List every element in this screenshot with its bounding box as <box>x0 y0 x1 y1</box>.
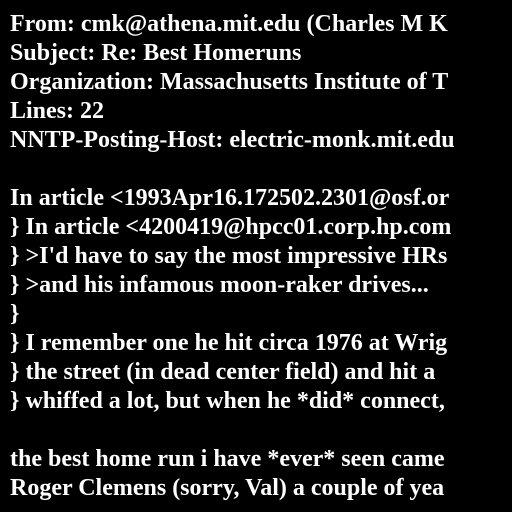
header-lines: Lines: 22 <box>10 98 105 124</box>
quote-line: } >and his infamous moon-raker drives... <box>10 272 429 298</box>
quote-line: } whiffed a lot, but when he *did* conne… <box>10 388 445 414</box>
quote-line: } I remember one he hit circa 1976 at Wr… <box>10 330 448 356</box>
quote-line: In article <1993Apr16.172502.2301@osf.or <box>10 185 450 211</box>
reply-line: Roger Clemens (sorry, Val) a couple of y… <box>10 475 445 501</box>
header-nntp-posting-host: NNTP-Posting-Host: electric-monk.mit.edu <box>10 127 455 153</box>
header-from: From: cmk@athena.mit.edu (Charles M K <box>10 11 448 37</box>
reply-line: the best home run i have *ever* seen cam… <box>10 446 445 472</box>
quote-line: } >I'd have to say the most impressive H… <box>10 243 448 269</box>
header-subject: Subject: Re: Best Homeruns <box>10 40 302 66</box>
quote-line: } the street (in dead center field) and … <box>10 359 436 385</box>
email-document: From: cmk@athena.mit.edu (Charles M K Su… <box>10 10 512 512</box>
header-organization: Organization: Massachusetts Institute of… <box>10 69 449 95</box>
quote-line: } <box>10 301 20 327</box>
quote-line: } In article <4200419@hpcc01.corp.hp.com <box>10 214 452 240</box>
